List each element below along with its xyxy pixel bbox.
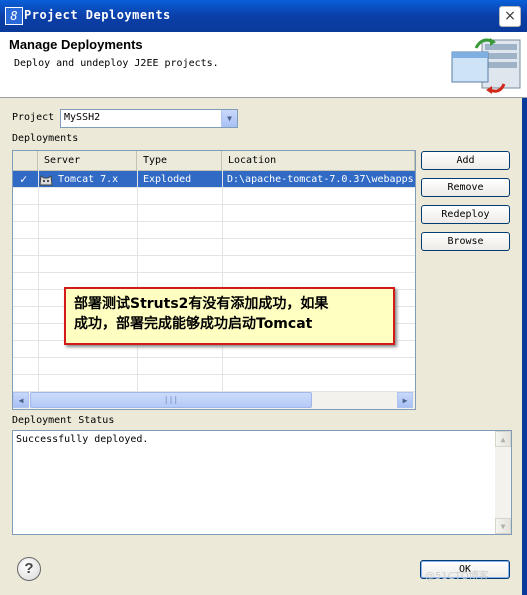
add-button[interactable]: Add [421,151,510,170]
scroll-thumb[interactable]: ||| [30,392,312,408]
browse-button[interactable]: Browse [421,232,510,251]
column-header-server[interactable]: Server [38,151,137,170]
scroll-up-icon[interactable]: ▲ [495,431,511,447]
column-divider [222,170,223,393]
column-divider [38,170,39,393]
annotation-line-1: 部署测试Struts2有没有添加成功，如果 [74,296,329,312]
remove-button[interactable]: Remove [421,178,510,197]
help-button[interactable]: ? [17,557,41,581]
deployment-status-box[interactable]: Successfully deployed. ▲ ▼ [12,430,512,535]
column-header-type[interactable]: Type [137,151,222,170]
project-select[interactable]: MySSH2 ▼ [60,109,238,128]
annotation-callout: 部署测试Struts2有没有添加成功，如果 成功，部署完成能够成功启动Tomca… [64,287,395,345]
project-value: MySSH2 [64,112,101,123]
table-row-empty [13,375,415,392]
table-row-empty [13,256,415,273]
close-button[interactable]: × [499,6,521,27]
table-row-empty [13,239,415,256]
chevron-down-icon[interactable]: ▼ [221,110,237,127]
scroll-down-icon[interactable]: ▼ [495,518,511,534]
redeploy-button[interactable]: Redeploy [421,205,510,224]
deployments-table[interactable]: Server Type Location ✓ Tomcat 7.x Explod… [12,150,416,410]
location-cell: D:\apache-tomcat-7.0.37\webapps [227,174,414,185]
type-cell: Exploded [143,174,192,185]
horizontal-scrollbar[interactable]: ◀ ||| ▶ [13,392,415,409]
dialog-header: Manage Deployments Deploy and undeploy J… [0,32,527,98]
scroll-left-icon[interactable]: ◀ [13,392,29,408]
deployments-label: Deployments [12,133,79,144]
watermark: @51CTO博客 [425,571,489,582]
title-bar: 8 Project Deployments × [0,0,527,32]
tomcat-icon [39,175,53,186]
check-icon: ✓ [20,172,28,186]
column-divider [137,170,138,393]
column-header-location[interactable]: Location [222,151,415,170]
table-row[interactable]: ✓ Tomcat 7.x Exploded D:\apache-tomcat-7… [13,171,415,188]
page-title: Manage Deployments [9,37,143,52]
table-row-empty [13,205,415,222]
table-header: Server Type Location [13,151,415,171]
window-title: Project Deployments [24,8,171,22]
project-label: Project [12,112,55,123]
table-row-empty [13,358,415,375]
deployment-status-label: Deployment Status [12,415,115,426]
page-subtitle: Deploy and undeploy J2EE projects. [14,58,219,69]
table-row-empty [13,188,415,205]
status-text: Successfully deployed. [16,434,149,445]
table-row-empty [13,222,415,239]
scroll-right-icon[interactable]: ▶ [397,392,413,408]
annotation-line-2: 成功，部署完成能够成功启动Tomcat [74,316,313,332]
app-icon: 8 [5,7,23,25]
deploy-banner-icon [451,38,521,94]
column-header-check[interactable] [13,151,38,170]
vertical-scrollbar[interactable]: ▲ ▼ [495,431,511,534]
